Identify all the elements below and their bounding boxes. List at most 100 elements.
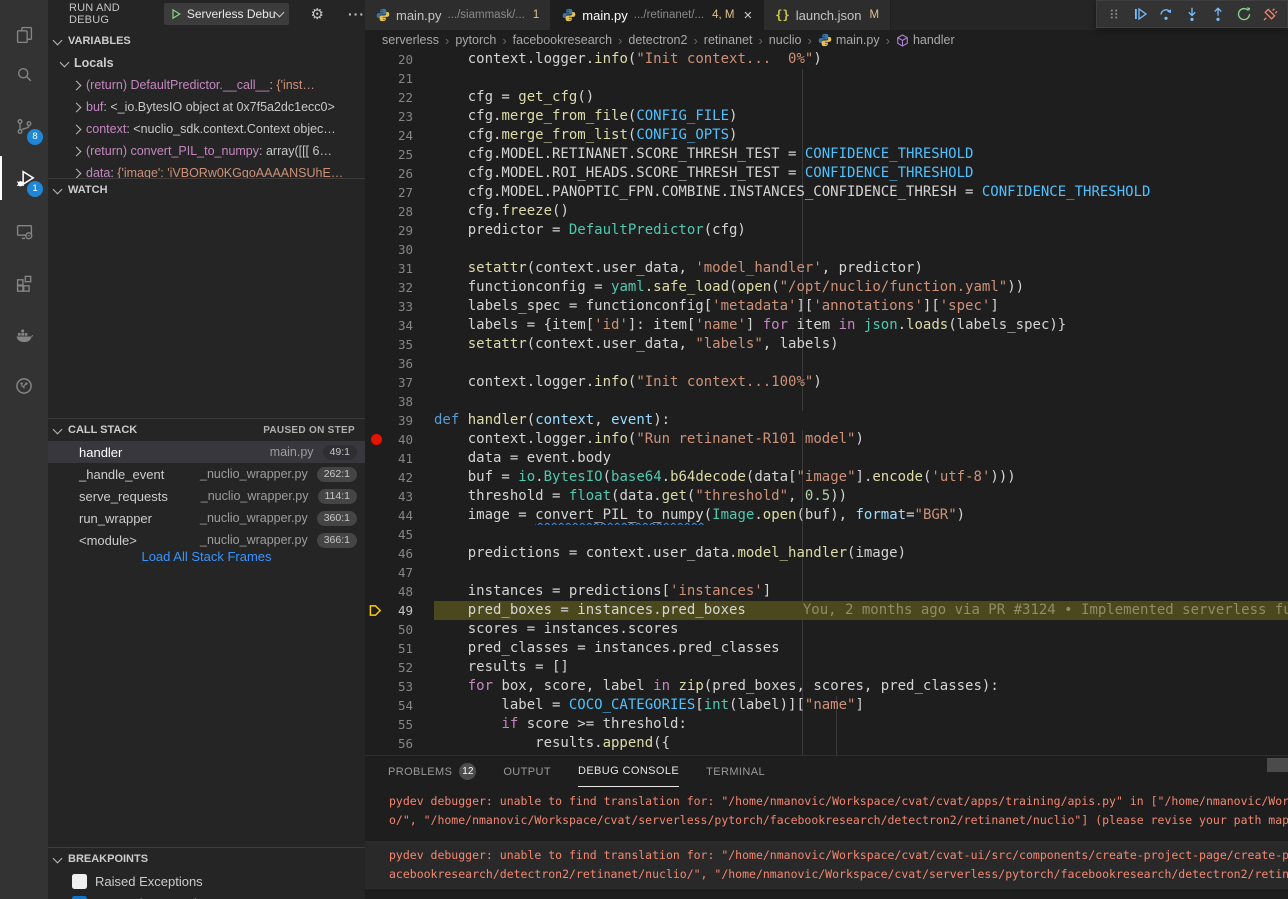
code-line[interactable]: 22 cfg = get_cfg() [365,88,1288,107]
code-line[interactable]: 28 cfg.freeze() [365,202,1288,221]
gutter-margin[interactable] [365,221,387,240]
code-line[interactable]: 36 [365,354,1288,373]
breakpoint-row[interactable]: Raised Exceptions [48,870,365,892]
gutter-margin[interactable] [365,620,387,639]
editor-tab[interactable]: main.py.../retinanet/...4, M× [551,0,764,30]
code-line[interactable]: 30 [365,240,1288,259]
code-line[interactable]: 33 labels_spec = functionconfig['metadat… [365,297,1288,316]
panel-tab-terminal[interactable]: TERMINAL [706,757,765,787]
gutter-margin[interactable] [365,601,387,620]
gutter-margin[interactable] [365,734,387,753]
activity-explorer[interactable] [0,12,48,56]
activity-circle-branch[interactable] [0,364,48,408]
code-line[interactable]: 55 if score >= threshold: [365,715,1288,734]
stack-frame-row[interactable]: handlermain.py49:1 [48,441,365,463]
breadcrumb-item[interactable]: pytorch [455,33,496,47]
gutter-margin[interactable] [365,582,387,601]
gutter-margin[interactable] [365,411,387,430]
code-line[interactable]: 53 for box, score, label in zip(pred_box… [365,677,1288,696]
code-line[interactable]: 20 context.logger.info("Init context... … [365,50,1288,69]
gutter-margin[interactable] [365,487,387,506]
variable-row[interactable]: (return) convert_PIL_to_numpy: array([[[… [48,140,365,162]
breakpoint-icon[interactable] [371,434,382,445]
code-line[interactable]: 23 cfg.merge_from_file(CONFIG_FILE) [365,107,1288,126]
editor-tab[interactable]: main.py.../siammask/...1 [365,0,551,30]
gutter-margin[interactable] [365,392,387,411]
activity-remote-explorer[interactable] [0,209,48,253]
gutter-margin[interactable] [365,544,387,563]
gutter-margin[interactable] [365,639,387,658]
activity-run-debug[interactable]: 1 [0,156,48,200]
step-out-button[interactable] [1205,2,1231,26]
gutter-margin[interactable] [365,696,387,715]
debug-config-dropdown[interactable]: Serverless Debu [164,3,289,25]
gutter-margin[interactable] [365,145,387,164]
variable-row[interactable]: context: <nuclio_sdk.context.Context obj… [48,118,365,140]
panel-scrollbar[interactable] [1267,758,1288,772]
code-line[interactable]: 21 [365,69,1288,88]
restart-button[interactable] [1231,2,1257,26]
code-line[interactable]: 41 data = event.body [365,449,1288,468]
more-actions-icon[interactable]: ··· [348,6,365,22]
breadcrumb-item[interactable]: detectron2 [628,33,687,47]
code-line[interactable]: 32 functionconfig = yaml.safe_load(open(… [365,278,1288,297]
gutter-margin[interactable] [365,107,387,126]
code-line[interactable]: 25 cfg.MODEL.RETINANET.SCORE_THRESH_TEST… [365,145,1288,164]
code-line[interactable]: 24 cfg.merge_from_list(CONFIG_OPTS) [365,126,1288,145]
load-all-stack-frames-link[interactable]: Load All Stack Frames [48,549,365,564]
code-line[interactable]: 45 [365,525,1288,544]
breakpoint-row[interactable]: ✓Uncaught Exceptions [48,892,365,899]
gutter-margin[interactable] [365,69,387,88]
code-line[interactable]: 35 setattr(context.user_data, "labels", … [365,335,1288,354]
code-line[interactable]: 27 cfg.MODEL.PANOPTIC_FPN.COMBINE.INSTAN… [365,183,1288,202]
gutter-margin[interactable] [365,316,387,335]
code-line[interactable]: 29 predictor = DefaultPredictor(cfg) [365,221,1288,240]
gutter-margin[interactable] [365,468,387,487]
gutter-margin[interactable] [365,430,387,449]
variable-row[interactable]: data: {'image': 'iVBORw0KGgoAAAANSUhE… [48,162,365,178]
call-stack-section-header[interactable]: CALL STACK PAUSED ON STEP [48,419,365,441]
panel-tab-debug-console[interactable]: DEBUG CONSOLE [578,757,679,787]
editor-tab[interactable]: {}launch.jsonM [764,0,891,30]
variables-scope-locals[interactable]: Locals [48,52,365,74]
gutter-margin[interactable] [365,449,387,468]
gutter-margin[interactable] [365,373,387,392]
code-line[interactable]: 40 context.logger.info("Run retinanet-R1… [365,430,1288,449]
gutter-margin[interactable] [365,50,387,69]
code-line[interactable]: 26 cfg.MODEL.ROI_HEADS.SCORE_THRESH_TEST… [365,164,1288,183]
gutter-margin[interactable] [365,506,387,525]
code-line[interactable]: 38 [365,392,1288,411]
activity-source-control[interactable]: 8 [0,104,48,148]
variable-row[interactable]: buf: <_io.BytesIO object at 0x7f5a2dc1ec… [48,96,365,118]
activity-docker[interactable] [0,313,48,357]
breadcrumb-item[interactable]: facebookresearch [513,33,612,47]
panel-tab-output[interactable]: OUTPUT [503,757,551,787]
gutter-margin[interactable] [365,715,387,734]
continue-button[interactable] [1127,2,1153,26]
checkbox-checked[interactable]: ✓ [72,896,87,899]
stack-frame-row[interactable]: <module>_nuclio_wrapper.py366:1 [48,529,365,551]
code-line[interactable]: 31 setattr(context.user_data, 'model_han… [365,259,1288,278]
code-line[interactable]: 46 predictions = context.user_data.model… [365,544,1288,563]
code-line[interactable]: 34 labels = {item['id']: item['name'] fo… [365,316,1288,335]
gutter-margin[interactable] [365,525,387,544]
code-line[interactable]: 43 threshold = float(data.get("threshold… [365,487,1288,506]
stack-frame-row[interactable]: run_wrapper_nuclio_wrapper.py360:1 [48,507,365,529]
breadcrumb-item[interactable]: main.py [818,33,880,47]
gutter-margin[interactable] [365,164,387,183]
gutter-margin[interactable] [365,240,387,259]
gutter-margin[interactable] [365,677,387,696]
variables-section-header[interactable]: VARIABLES [48,30,365,52]
code-line[interactable]: 50 scores = instances.scores [365,620,1288,639]
gutter-margin[interactable] [365,354,387,373]
gutter-margin[interactable] [365,183,387,202]
variable-row[interactable]: (return) DefaultPredictor.__call__: {'in… [48,74,365,96]
panel-tab-problems[interactable]: PROBLEMS12 [388,757,476,787]
step-into-button[interactable] [1179,2,1205,26]
gutter-margin[interactable] [365,297,387,316]
close-icon[interactable]: × [744,8,753,23]
code-line[interactable]: 47 [365,563,1288,582]
stack-frame-row[interactable]: _handle_event_nuclio_wrapper.py262:1 [48,463,365,485]
breadcrumb-item[interactable]: nuclio [769,33,802,47]
gutter-margin[interactable] [365,126,387,145]
